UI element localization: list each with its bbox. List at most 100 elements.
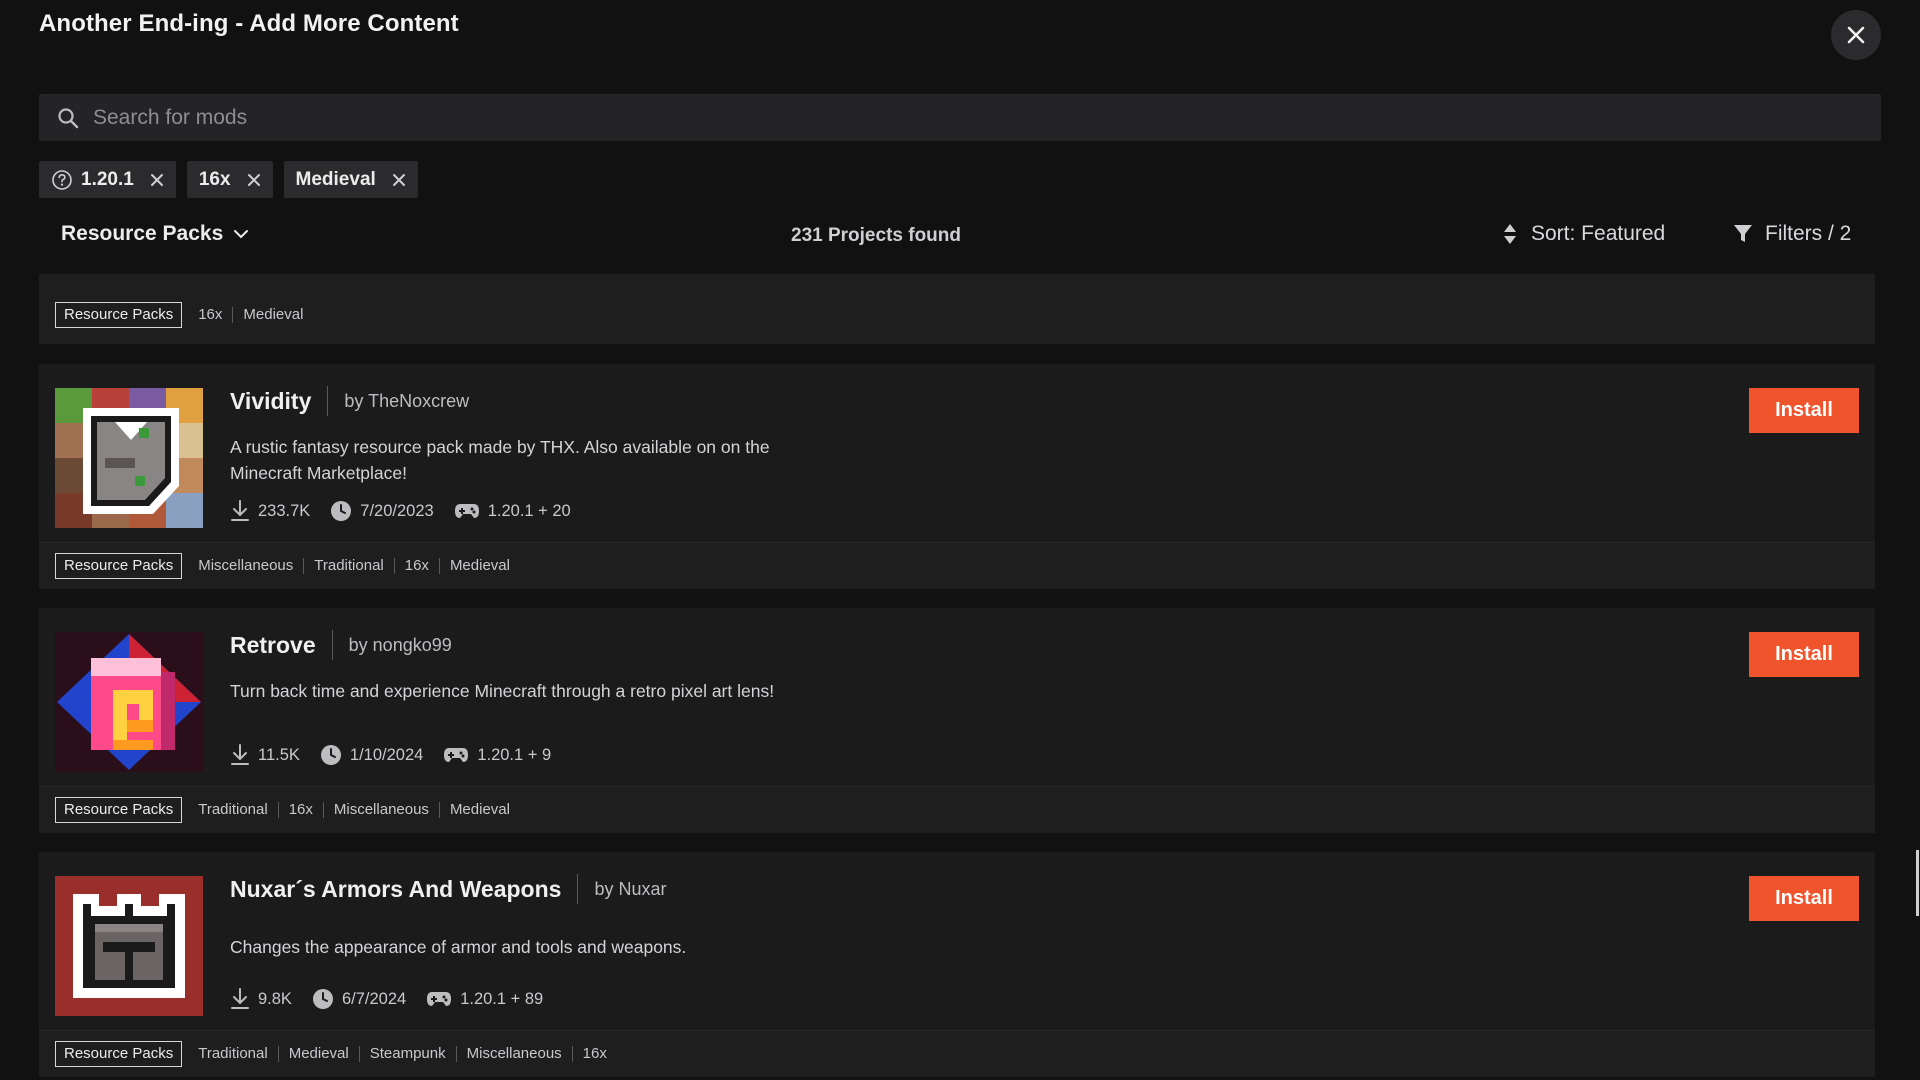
category-badge: Resource Packs — [55, 797, 183, 823]
project-meta: 9.8K 6/7/2024 1.20.1 + 89 — [230, 988, 555, 1010]
card-tags: Resource Packs 16x Medieval — [39, 274, 1875, 344]
search-bar[interactable] — [39, 94, 1881, 141]
project-name[interactable]: Vividity — [230, 388, 311, 415]
clock-icon — [312, 989, 333, 1009]
download-count: 11.5K — [258, 745, 300, 764]
project-card[interactable]: Resource Packs 16x Medieval — [39, 274, 1875, 344]
gamepad-icon — [444, 748, 469, 762]
tag: Miscellaneous — [322, 802, 439, 818]
category-badge: Resource Packs — [55, 1041, 183, 1067]
download-count: 9.8K — [258, 989, 292, 1008]
category-badge: Resource Packs — [55, 302, 183, 328]
project-author[interactable]: by Nuxar — [594, 879, 666, 900]
tag: 16x — [393, 558, 439, 574]
sort-label: Sort: Featured — [1531, 222, 1666, 245]
divider — [327, 386, 329, 416]
tag: Traditional — [198, 1045, 268, 1062]
project-card[interactable]: Vividity by TheNoxcrew A rustic fantasy … — [39, 364, 1875, 589]
chevron-down-icon — [234, 230, 249, 239]
project-card[interactable]: Retrove by nongko99 Turn back time and e… — [39, 608, 1875, 833]
clock-icon — [331, 501, 352, 521]
tag: Traditional — [303, 558, 393, 574]
chip-label: 1.20.1 — [81, 168, 134, 190]
project-card[interactable]: Nuxar´s Armors And Weapons by Nuxar Chan… — [39, 852, 1875, 1077]
project-thumbnail — [55, 632, 203, 772]
download-icon — [231, 744, 249, 765]
content-type-dropdown[interactable]: Resource Packs — [61, 222, 249, 246]
clock-icon — [320, 745, 341, 765]
active-filter-chips: 1.20.1 16x Medieval — [39, 161, 418, 198]
tag: Medieval — [277, 1046, 359, 1062]
chip-label: 16x — [198, 168, 231, 190]
project-name[interactable]: Retrove — [230, 632, 316, 659]
project-meta: 233.7K 7/20/2023 1.20.1 + 20 — [230, 500, 583, 522]
project-thumbnail — [55, 876, 203, 1016]
project-title-row: Retrove by nongko99 — [230, 630, 452, 660]
window-title: Another End-ing - Add More Content — [39, 10, 459, 37]
chip-version: 1.20.1 — [39, 161, 176, 198]
updated-date: 7/20/2023 — [360, 501, 434, 520]
game-versions: 1.20.1 + 9 — [477, 745, 552, 764]
tag: Steampunk — [358, 1046, 456, 1062]
filters-label: Filters / 2 — [1765, 222, 1852, 245]
chip-theme: Medieval — [283, 161, 418, 198]
tag: Miscellaneous — [455, 1046, 572, 1062]
close-button[interactable] — [1831, 10, 1881, 60]
scrollbar[interactable] — [1916, 850, 1919, 916]
chip-label: Medieval — [295, 168, 376, 190]
projects-count: 231 Projects found — [791, 225, 961, 246]
remove-chip-button[interactable] — [392, 173, 406, 187]
tag: Traditional — [198, 801, 268, 818]
close-icon — [150, 173, 163, 186]
close-icon — [392, 173, 405, 186]
results-toolbar: Resource Packs 231 Projects found Sort: … — [39, 210, 1881, 266]
chip-resolution: 16x — [186, 161, 273, 198]
filters-button[interactable]: Filters / 2 — [1733, 222, 1851, 246]
gamepad-icon — [427, 992, 452, 1006]
project-description: Turn back time and experience Minecraft … — [230, 681, 775, 701]
remove-chip-button[interactable] — [247, 173, 261, 187]
tag: Medieval — [438, 802, 520, 818]
download-icon — [231, 500, 249, 521]
filter-icon — [1734, 225, 1752, 242]
tag: 16x — [198, 306, 223, 323]
project-description: Changes the appearance of armor and tool… — [230, 937, 687, 957]
game-versions: 1.20.1 + 89 — [460, 989, 544, 1008]
updated-date: 1/10/2024 — [349, 745, 424, 764]
tag: 16x — [277, 802, 323, 818]
project-description: A rustic fantasy resource pack made by T… — [230, 437, 770, 483]
tag: Medieval — [438, 558, 520, 574]
sort-icon — [1504, 224, 1516, 244]
project-name[interactable]: Nuxar´s Armors And Weapons — [230, 876, 561, 903]
tag: Medieval — [232, 307, 313, 323]
download-count: 233.7K — [258, 501, 311, 520]
remove-chip-button[interactable] — [150, 173, 164, 187]
project-title-row: Vividity by TheNoxcrew — [230, 386, 469, 416]
card-tags: Resource Packs Traditional 16x Miscellan… — [39, 786, 1875, 833]
install-button[interactable]: Install — [1749, 876, 1859, 921]
project-author[interactable]: by nongko99 — [349, 635, 452, 656]
search-icon — [58, 107, 79, 128]
close-icon — [1847, 26, 1865, 44]
divider — [577, 874, 579, 904]
tag: 16x — [571, 1046, 617, 1062]
search-input[interactable] — [93, 105, 1793, 130]
content-type-label: Resource Packs — [61, 222, 224, 245]
sort-dropdown[interactable]: Sort: Featured — [1503, 222, 1665, 246]
category-badge: Resource Packs — [55, 553, 183, 579]
project-thumbnail — [55, 388, 203, 528]
project-title-row: Nuxar´s Armors And Weapons by Nuxar — [230, 874, 666, 904]
install-button[interactable]: Install — [1749, 388, 1859, 433]
updated-date: 6/7/2024 — [341, 989, 407, 1008]
question-circle-icon — [52, 169, 72, 190]
card-tags: Resource Packs Traditional Medieval Stea… — [39, 1030, 1875, 1077]
project-meta: 11.5K 1/10/2024 1.20.1 + 9 — [230, 744, 563, 766]
gamepad-icon — [454, 504, 479, 518]
install-button[interactable]: Install — [1749, 632, 1859, 677]
close-icon — [247, 173, 260, 186]
project-author[interactable]: by TheNoxcrew — [344, 391, 469, 412]
tag: Miscellaneous — [198, 557, 294, 574]
card-tags: Resource Packs Miscellaneous Traditional… — [39, 542, 1875, 589]
divider — [331, 630, 333, 660]
download-icon — [231, 988, 249, 1009]
